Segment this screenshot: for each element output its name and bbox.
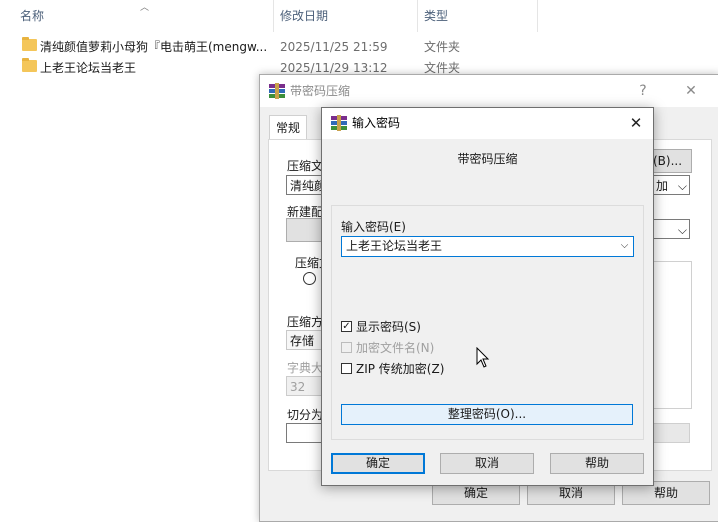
show-password-checkbox[interactable]: ✓ [341, 321, 352, 332]
archive-name-label: 压缩文 [287, 159, 324, 173]
chevron-down-icon: ⌵ [677, 223, 687, 237]
tab-general[interactable]: 常规 [269, 115, 308, 140]
update-mode-select[interactable]: 加 ⌵ [652, 175, 690, 195]
zip-legacy-checkbox[interactable] [341, 363, 352, 374]
enter-password-label: 输入密码(E) [341, 220, 406, 234]
split-volume-field[interactable] [286, 423, 326, 443]
winrar-icon [269, 83, 285, 99]
folder-icon [22, 37, 37, 51]
column-divider[interactable] [273, 0, 274, 32]
winrar-icon [331, 115, 347, 131]
ok-button[interactable]: 确定 [331, 453, 425, 474]
zip-legacy-label: ZIP 传统加密(Z) [356, 362, 445, 376]
chevron-down-icon: ⌵ [677, 179, 687, 193]
mouse-cursor-icon [476, 347, 490, 368]
show-password-label: 显示密码(S) [356, 320, 421, 334]
help-button[interactable]: 帮助 [550, 453, 644, 474]
encrypt-filenames-label: 加密文件名(N) [356, 341, 435, 355]
file-date: 2025/11/25 21:59 [280, 40, 388, 54]
column-header-type[interactable]: 类型 [424, 0, 448, 32]
password-value: 上老王论坛当老王 [346, 239, 443, 253]
profile-button[interactable] [286, 218, 326, 242]
enter-password-dialog: 输入密码 ✕ 带密码压缩 输入密码(E) 上老王论坛当老王 ⌵ ✓ 显示密码(S… [321, 107, 654, 486]
set-password-button[interactable] [652, 423, 690, 443]
file-row[interactable]: 清纯颜值萝莉小母狗『电击萌王(mengw... 2025/11/25 21:59… [0, 36, 545, 58]
compress-method-select[interactable]: 存储 [286, 330, 326, 350]
chevron-down-icon[interactable]: ⌵ [619, 240, 630, 251]
file-name: 上老王论坛当老王 [40, 61, 137, 75]
dict-size-label: 字典大 [287, 361, 324, 375]
split-volume-label: 切分为 [287, 408, 324, 422]
browse-button[interactable]: (B)... [652, 149, 692, 173]
dict-size-select[interactable]: 32 [286, 376, 326, 396]
column-divider[interactable] [417, 0, 418, 32]
update-mode-value: 加 [656, 179, 669, 193]
cancel-button[interactable]: 取消 [440, 453, 534, 474]
compress-method-label: 压缩方 [287, 315, 324, 329]
dialog-titlebar[interactable]: 带密码压缩 ? ✕ [260, 75, 718, 107]
encrypt-filenames-checkbox[interactable] [341, 342, 352, 353]
close-icon[interactable]: ✕ [619, 108, 653, 139]
options-list [652, 261, 692, 409]
file-type: 文件夹 [424, 40, 461, 54]
folder-icon [22, 58, 37, 72]
dialog-titlebar[interactable]: 输入密码 ✕ [322, 108, 653, 139]
sort-up-icon: ︿ [140, 3, 150, 13]
column-header-date[interactable]: 修改日期 [280, 0, 328, 32]
column-header-name[interactable]: 名称 [20, 0, 44, 32]
organize-passwords-button[interactable]: 整理密码(O)... [341, 404, 633, 425]
dialog-title: 带密码压缩 [290, 84, 351, 98]
profile-select[interactable]: ⌵ [652, 219, 690, 239]
dialog-subtitle: 带密码压缩 [457, 152, 518, 166]
dialog-title: 输入密码 [352, 116, 401, 130]
format-radio[interactable] [303, 272, 316, 285]
archive-name-field[interactable]: 清纯颜 [286, 175, 326, 195]
column-divider[interactable] [537, 0, 538, 32]
file-name: 清纯颜值萝莉小母狗『电击萌王(mengw... [40, 40, 268, 54]
password-input[interactable]: 上老王论坛当老王 ⌵ [341, 236, 634, 257]
help-icon[interactable]: ? [625, 75, 661, 107]
close-icon[interactable]: ✕ [673, 75, 709, 107]
